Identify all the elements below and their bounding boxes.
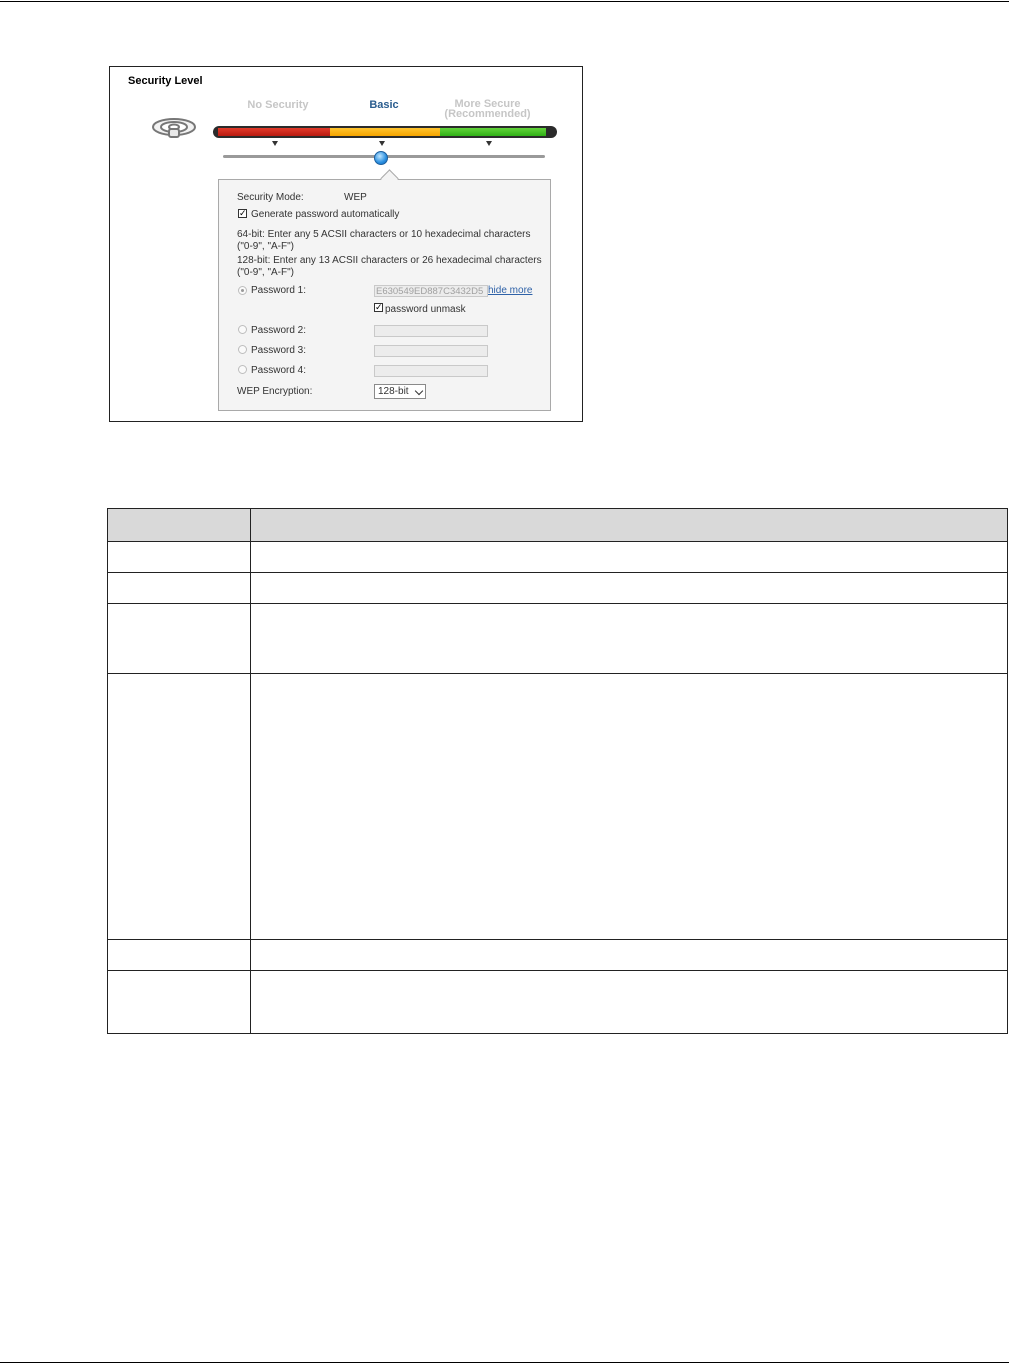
password-unmask-checkbox[interactable]: ✓	[374, 303, 383, 312]
table-cell-label	[107, 939, 251, 971]
table-cell-description	[250, 603, 1008, 674]
hint-64bit-line1: 64-bit: Enter any 5 ACSII characters or …	[237, 229, 531, 240]
password1-label: Password 1:	[251, 285, 307, 296]
password2-input[interactable]	[374, 325, 488, 337]
password2-radio[interactable]	[238, 325, 247, 334]
table-row	[107, 970, 1008, 1034]
table-row	[107, 572, 1008, 604]
table-cell-label	[107, 603, 251, 674]
hint-64bit-line2: ("0-9", "A-F")	[237, 241, 294, 252]
password4-input[interactable]	[374, 365, 488, 377]
bar-segment-yellow	[330, 128, 440, 136]
password3-radio[interactable]	[238, 345, 247, 354]
level-more-secure-line2: (Recommended)	[444, 108, 531, 120]
password4-radio[interactable]	[238, 365, 247, 374]
security-screenshot: Security Level No Security Basic More Se…	[109, 66, 583, 422]
table-cell-label	[107, 572, 251, 604]
security-level-bar	[213, 126, 557, 138]
field-description-table	[107, 508, 1008, 1034]
table-cell-description	[250, 541, 1008, 573]
panel-pointer	[380, 169, 399, 188]
tick-more-secure	[486, 141, 492, 146]
tick-no-security	[272, 141, 278, 146]
table-cell-label	[107, 970, 251, 1034]
bar-segment-red	[218, 128, 330, 136]
table-header-row	[107, 508, 1008, 542]
hide-more-link[interactable]: hide more	[488, 285, 532, 296]
wep-settings-panel: Security Mode: WEP ✓ Generate password a…	[218, 169, 551, 411]
password3-label: Password 3:	[251, 345, 307, 356]
table-row	[107, 541, 1008, 573]
level-no-security[interactable]: No Security	[238, 99, 318, 111]
password1-input[interactable]	[374, 285, 488, 297]
table-cell-description	[250, 673, 1008, 940]
level-more-secure[interactable]: More Secure (Recommended)	[435, 99, 540, 120]
table-row	[107, 603, 1008, 674]
tick-basic	[379, 141, 385, 146]
table-cell-description	[250, 970, 1008, 1034]
chevron-down-icon	[414, 386, 424, 396]
table-header-label	[107, 508, 251, 542]
page-top-rule	[0, 1, 1009, 2]
table-row	[107, 939, 1008, 971]
level-basic[interactable]: Basic	[354, 99, 414, 111]
security-level-title: Security Level	[128, 75, 203, 87]
table-header-description	[250, 508, 1008, 542]
bar-segment-green	[440, 128, 546, 136]
wep-encryption-value: 128-bit	[378, 386, 409, 397]
security-mode-label: Security Mode:	[237, 192, 304, 203]
password-unmask-label: password unmask	[385, 304, 466, 315]
table-row	[107, 673, 1008, 940]
password1-radio[interactable]	[238, 286, 247, 295]
wep-encryption-select[interactable]: 128-bit	[374, 384, 426, 399]
generate-password-checkbox[interactable]: ✓	[238, 209, 247, 218]
table-cell-label	[107, 673, 251, 940]
hint-128bit-line2: ("0-9", "A-F")	[237, 267, 294, 278]
password3-input[interactable]	[374, 345, 488, 357]
wep-encryption-label: WEP Encryption:	[237, 386, 313, 397]
table-cell-description	[250, 572, 1008, 604]
password4-label: Password 4:	[251, 365, 307, 376]
table-cell-description	[250, 939, 1008, 971]
generate-password-label: Generate password automatically	[251, 209, 400, 220]
hint-128bit-line1: 128-bit: Enter any 13 ACSII characters o…	[237, 255, 542, 266]
password2-label: Password 2:	[251, 325, 307, 336]
table-cell-label	[107, 541, 251, 573]
security-mode-value: WEP	[344, 192, 367, 203]
level-slider-knob[interactable]	[374, 151, 388, 165]
wifi-router-icon	[152, 118, 196, 138]
